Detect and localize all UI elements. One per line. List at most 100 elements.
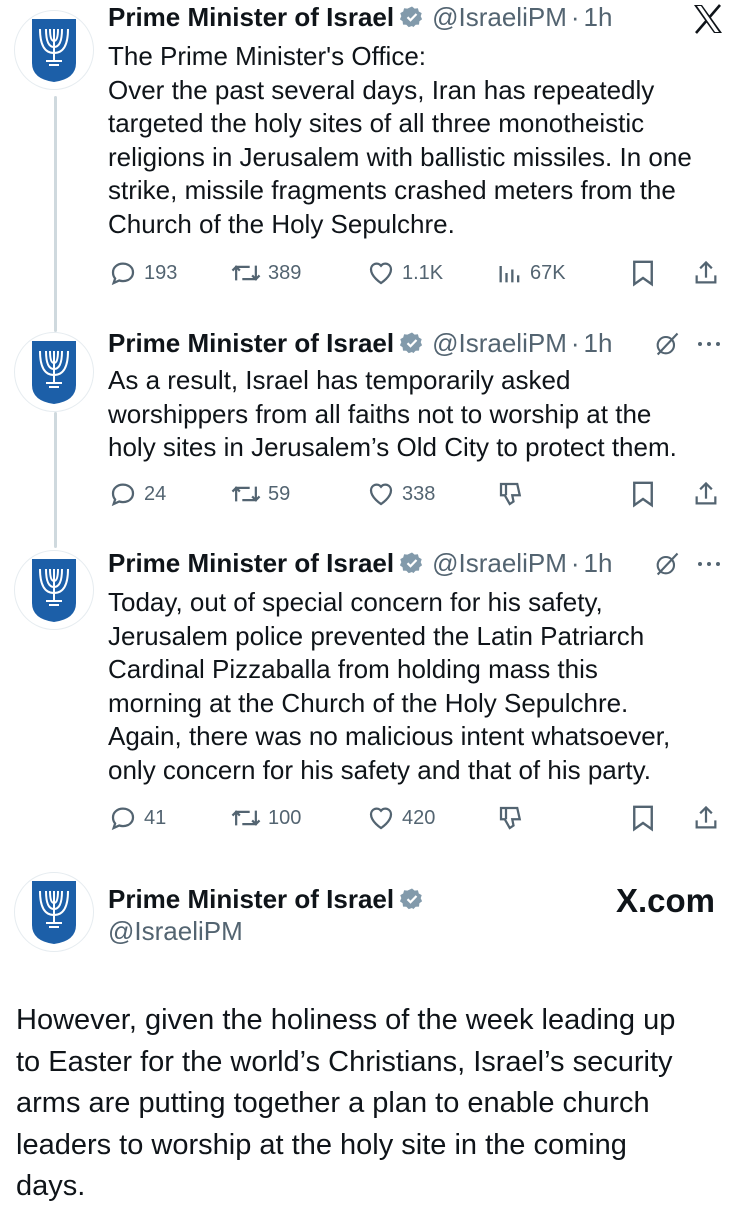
like-count: 338 <box>402 482 436 505</box>
text-line: targeted the holy sites of all three mon… <box>108 108 645 138</box>
like-button[interactable]: 338 <box>366 477 435 511</box>
israel-emblem-icon <box>32 341 76 404</box>
card-author-row: Prime Minister of Israel <box>108 880 432 918</box>
author-name[interactable]: Prime Minister of Israel <box>108 0 394 34</box>
reply-count: 24 <box>144 482 167 505</box>
timestamp[interactable]: 1h <box>584 546 613 580</box>
israel-emblem-icon <box>32 881 76 944</box>
repost-icon <box>231 486 261 502</box>
text-line: However, given the holiness of the week … <box>16 1004 676 1036</box>
repost-count: 389 <box>268 261 302 284</box>
tweet-header: Prime Minister of Israel @IsraeliPM · 1h <box>108 546 612 580</box>
text-line: Cardinal Pizzaballa from holding mass th… <box>108 654 598 684</box>
text-line: Today, out of special concern for his sa… <box>108 587 603 617</box>
avatar[interactable] <box>14 332 94 412</box>
site-label: X.com <box>615 882 715 919</box>
bookmark-icon <box>633 481 653 508</box>
share-button[interactable] <box>692 256 720 290</box>
repost-count: 59 <box>268 482 291 505</box>
reply-button[interactable]: 193 <box>108 256 177 290</box>
tweet-actions: 41 100 420 <box>108 801 728 835</box>
separator-dot: · <box>570 2 580 32</box>
card-text: However, given the holiness of the week … <box>16 1000 726 1208</box>
verified-badge-icon <box>400 887 424 911</box>
repost-button[interactable]: 59 <box>230 477 290 511</box>
reply-icon <box>111 807 135 831</box>
text-line: to Easter for the world’s Christians, Is… <box>16 1045 673 1078</box>
repost-count: 100 <box>268 806 302 829</box>
text-line: leaders to worship at the holy site in t… <box>16 1128 627 1161</box>
share-icon <box>695 260 717 284</box>
tweet-actions: 193 389 1.1K 67K <box>108 256 728 290</box>
bookmark-button[interactable] <box>630 801 656 835</box>
bookmark-icon <box>633 805 653 832</box>
like-icon <box>369 483 393 506</box>
like-count: 1.1K <box>402 261 444 284</box>
text-line: Church of the Holy Sepulchre. <box>108 208 455 239</box>
share-icon <box>695 805 717 829</box>
like-button[interactable]: 1.1K <box>366 256 443 290</box>
reply-button[interactable]: 41 <box>108 801 166 835</box>
repost-button[interactable]: 100 <box>230 801 301 835</box>
verified-badge-icon <box>400 331 424 355</box>
views-count: 67K <box>530 261 566 284</box>
grok-icon[interactable] <box>652 550 682 578</box>
text-line: worshippers from all faiths not to worsh… <box>108 398 652 429</box>
text-line: days. <box>16 1170 86 1202</box>
text-line: strike, missile fragments crashed meters… <box>108 175 676 205</box>
bookmark-button[interactable] <box>630 256 656 290</box>
reply-button[interactable]: 24 <box>108 477 166 511</box>
author-handle[interactable]: @IsraeliPM <box>432 546 567 580</box>
grok-icon[interactable] <box>652 330 682 358</box>
text-line: only concern for his safety and that of … <box>108 754 651 785</box>
more-icon[interactable] <box>694 554 728 574</box>
like-icon <box>369 807 393 830</box>
like-count: 420 <box>402 806 436 829</box>
timestamp[interactable]: 1h <box>584 0 613 34</box>
like-icon <box>369 262 393 285</box>
timestamp[interactable]: 1h <box>584 326 613 360</box>
x-logo-icon[interactable] <box>692 4 724 34</box>
dislike-icon <box>499 806 522 830</box>
thread-line <box>54 96 57 332</box>
tweet-text: As a result, Israel has temporarily aske… <box>108 364 728 465</box>
separator-dot: · <box>570 548 580 578</box>
author-handle[interactable]: @IsraeliPM <box>108 916 243 947</box>
author-name[interactable]: Prime Minister of Israel <box>108 326 394 360</box>
bookmark-button[interactable] <box>630 477 656 511</box>
avatar[interactable] <box>14 10 94 90</box>
share-button[interactable] <box>692 477 720 511</box>
author-handle[interactable]: @IsraeliPM <box>432 0 567 34</box>
tweet-header: Prime Minister of Israel @IsraeliPM · 1h <box>108 0 612 34</box>
dislike-icon <box>499 482 522 506</box>
repost-icon <box>231 265 261 281</box>
bookmark-icon <box>633 260 653 287</box>
author-name[interactable]: Prime Minister of Israel <box>108 546 394 580</box>
repost-button[interactable]: 389 <box>230 256 301 290</box>
israel-emblem-icon <box>32 559 76 622</box>
author-handle[interactable]: @IsraeliPM <box>432 326 567 360</box>
israel-emblem-icon <box>32 19 76 82</box>
author-name[interactable]: Prime Minister of Israel <box>108 884 394 915</box>
thread-line <box>54 412 57 548</box>
text-line: Over the past several days, Iran has rep… <box>108 74 655 105</box>
share-button[interactable] <box>692 801 720 835</box>
reply-count: 193 <box>144 261 178 284</box>
avatar[interactable] <box>14 550 94 630</box>
text-line: The Prime Minister's Office: <box>108 41 427 71</box>
text-line: arms are putting together a plan to enab… <box>16 1087 650 1119</box>
views-button[interactable]: 67K <box>496 256 566 290</box>
reply-icon <box>111 483 135 507</box>
dislike-button[interactable] <box>496 801 526 835</box>
dislike-button[interactable] <box>496 477 526 511</box>
more-icon[interactable] <box>694 334 728 354</box>
like-button[interactable]: 420 <box>366 801 435 835</box>
text-line: As a result, Israel has temporarily aske… <box>108 365 571 395</box>
reply-icon <box>111 262 135 286</box>
tweet-menu <box>652 550 728 578</box>
avatar[interactable] <box>14 872 94 952</box>
text-line: holy sites in Jerusalem’s Old City to pr… <box>108 432 677 462</box>
verified-badge-icon <box>400 551 424 575</box>
text-line: morning at the Church of the Holy Sepulc… <box>108 687 629 718</box>
reply-count: 41 <box>144 806 167 829</box>
